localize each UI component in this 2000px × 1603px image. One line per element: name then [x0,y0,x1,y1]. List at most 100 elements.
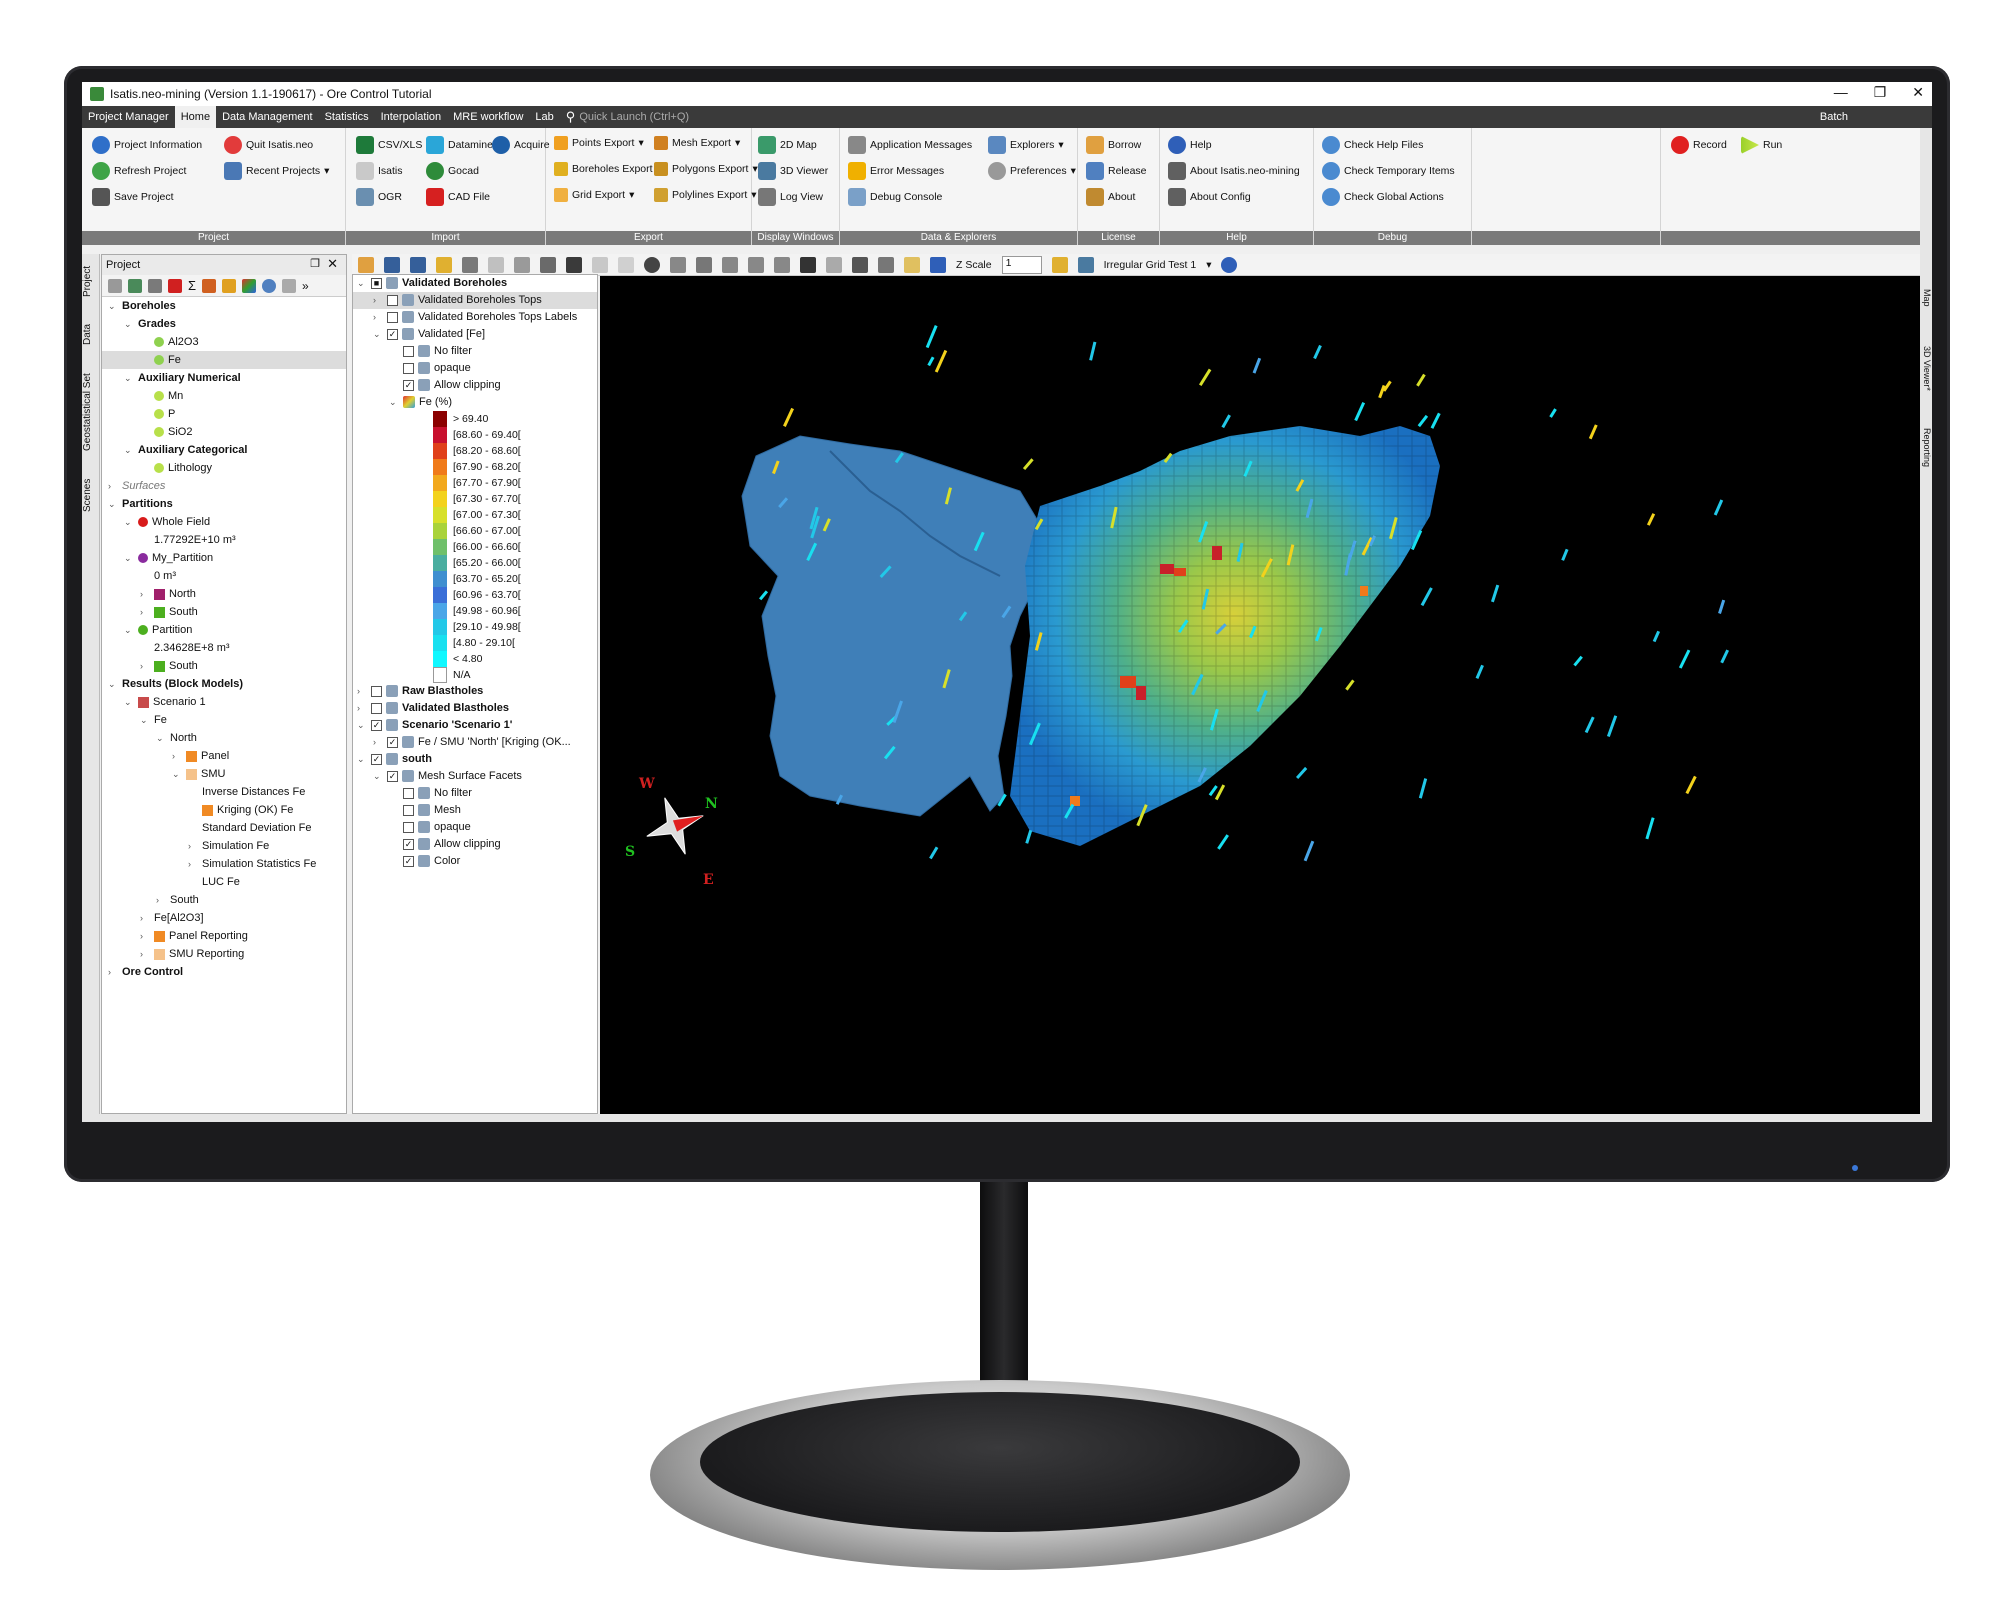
sigma-icon[interactable]: Σ [188,278,196,293]
help-button[interactable]: Help [1168,136,1212,154]
chevron-down-icon[interactable]: ⌄ [357,717,367,734]
record-button[interactable]: Record [1671,136,1727,154]
layer-checkbox[interactable] [403,362,414,374]
layer-checkbox[interactable] [403,804,414,816]
project-tree-item[interactable]: 2.34628E+8 m³ [102,639,346,657]
layer-checkbox[interactable]: ■ [371,277,382,289]
box-icon[interactable] [696,256,712,273]
menu-mre-workflow[interactable]: MRE workflow [447,106,529,128]
chevron-down-icon[interactable]: ⌄ [373,768,383,785]
log-view-button[interactable]: Log View [758,188,823,206]
shield-icon[interactable] [930,256,946,273]
3d-scene[interactable]: W N S E [600,276,1920,1114]
layer-item[interactable]: ⌄ ✓ Mesh Surface Facets [353,768,597,785]
hand-icon[interactable] [592,256,608,273]
undock-icon[interactable]: ❐ [310,257,320,270]
chart-icon[interactable] [202,278,217,293]
project-tree-item[interactable]: ⌄ Boreholes [102,297,346,315]
project-tree-item[interactable]: › Surfaces [102,477,346,495]
layer-item[interactable]: ⌄ Fe (%) [353,394,597,411]
chevron-down-icon[interactable]: ⌄ [108,297,118,315]
project-tree-item[interactable]: ⌄ Grades [102,315,346,333]
layer-item[interactable]: No filter [353,343,597,360]
error-messages-button[interactable]: Error Messages [848,162,944,180]
tool-icon[interactable] [108,278,122,293]
layer-item[interactable]: ✓ Color [353,853,597,870]
tool-icon[interactable] [128,278,142,293]
acquire-button[interactable]: Acquire [492,136,550,154]
project-tree-item[interactable]: ⌄ Scenario 1 [102,693,346,711]
chevron-right-icon[interactable]: › [108,963,118,981]
map-2d-button[interactable]: 2D Map [758,136,817,154]
project-tree-item[interactable]: › North [102,585,346,603]
3d-viewer[interactable]: W N S E [600,276,1920,1114]
close-panel-icon[interactable]: ✕ [327,256,338,272]
project-tree-item[interactable]: ⌄ Fe [102,711,346,729]
chevron-right-icon[interactable]: › [373,734,383,751]
menu-data-management[interactable]: Data Management [216,106,319,128]
layer-checkbox[interactable]: ✓ [403,855,414,867]
tab-scenes[interactable]: Scenes [82,470,100,520]
project-tree-item[interactable]: › Simulation Fe [102,837,346,855]
project-tree-item[interactable]: ⌄ Partition [102,621,346,639]
tab-3d-viewer[interactable]: 3D Viewer* [1920,338,1932,398]
view-icon[interactable] [358,256,374,273]
chevron-right-icon[interactable]: › [188,855,198,873]
delete-icon[interactable] [168,278,182,293]
copy-icon[interactable] [514,256,530,273]
wand-icon[interactable] [1051,256,1068,273]
chevron-down-icon[interactable]: ⌄ [124,315,134,333]
delete-icon[interactable] [488,256,504,273]
chevron-down-icon[interactable]: ⌄ [108,675,118,693]
chevron-down-icon[interactable]: ⌄ [140,711,150,729]
about-license-button[interactable]: About [1086,188,1135,206]
chevron-right-icon[interactable]: › [188,837,198,855]
layers-icon[interactable] [540,256,556,273]
layer-item[interactable]: ✓ Allow clipping [353,836,597,853]
project-tree-item[interactable]: › Fe[Al2O3] [102,909,346,927]
project-tree-item[interactable]: ⌄ Whole Field [102,513,346,531]
about-config-button[interactable]: About Config [1168,188,1251,206]
quick-launch[interactable]: ⚲ Quick Launch (Ctrl+Q) [566,109,689,125]
chevron-down-icon[interactable]: ⌄ [124,621,134,639]
layer-item[interactable]: opaque [353,360,597,377]
z-scale-input[interactable]: 1 [1001,255,1042,274]
print-icon[interactable] [878,256,894,273]
chevron-down-icon[interactable]: ⌄ [124,693,134,711]
tab-reporting[interactable]: Reporting [1920,418,1932,478]
datamine-import-button[interactable]: Datamine [426,136,493,154]
layer-item[interactable]: ✓ Allow clipping [353,377,597,394]
preferences-button[interactable]: Preferences ▾ [988,162,1076,180]
more-icon[interactable]: » [302,279,309,293]
fit-icon[interactable] [852,256,868,273]
layer-item[interactable]: Mesh [353,802,597,819]
chevron-right-icon[interactable]: › [357,700,367,717]
chevron-down-icon[interactable]: ⌄ [124,369,134,387]
menu-lab[interactable]: Lab [529,106,559,128]
camera-icon[interactable] [826,256,842,273]
ruler-icon[interactable] [670,256,686,273]
cad-icon[interactable] [566,256,582,273]
close-button[interactable]: ✕ [1912,84,1924,101]
grid-selector[interactable]: Irregular Grid Test 1 [1104,259,1197,271]
project-tree-item[interactable]: ⌄ Results (Block Models) [102,675,346,693]
chevron-right-icon[interactable]: › [108,477,118,495]
project-tree-item[interactable]: Standard Deviation Fe [102,819,346,837]
chevron-right-icon[interactable]: › [140,927,150,945]
refresh-project-button[interactable]: Refresh Project [92,162,186,180]
cad-import-button[interactable]: CAD File [426,188,490,206]
chevron-right-icon[interactable]: › [140,585,150,603]
chevron-right-icon[interactable]: › [172,747,182,765]
chevron-down-icon[interactable]: ⌄ [357,751,367,768]
chevron-right-icon[interactable]: › [357,683,367,700]
save-as-icon[interactable] [410,256,426,273]
viewer-3d-button[interactable]: 3D Viewer [758,162,828,180]
project-tree-item[interactable]: Lithology [102,459,346,477]
layer-item[interactable]: No filter [353,785,597,802]
menu-interpolation[interactable]: Interpolation [375,106,448,128]
layer-checkbox[interactable]: ✓ [387,736,398,748]
project-tree-item[interactable]: Kriging (OK) Fe [102,801,346,819]
layer-checkbox[interactable]: ✓ [403,379,414,391]
layer-checkbox[interactable] [403,821,414,833]
layer-item[interactable]: › Validated Boreholes Tops Labels [353,309,597,326]
